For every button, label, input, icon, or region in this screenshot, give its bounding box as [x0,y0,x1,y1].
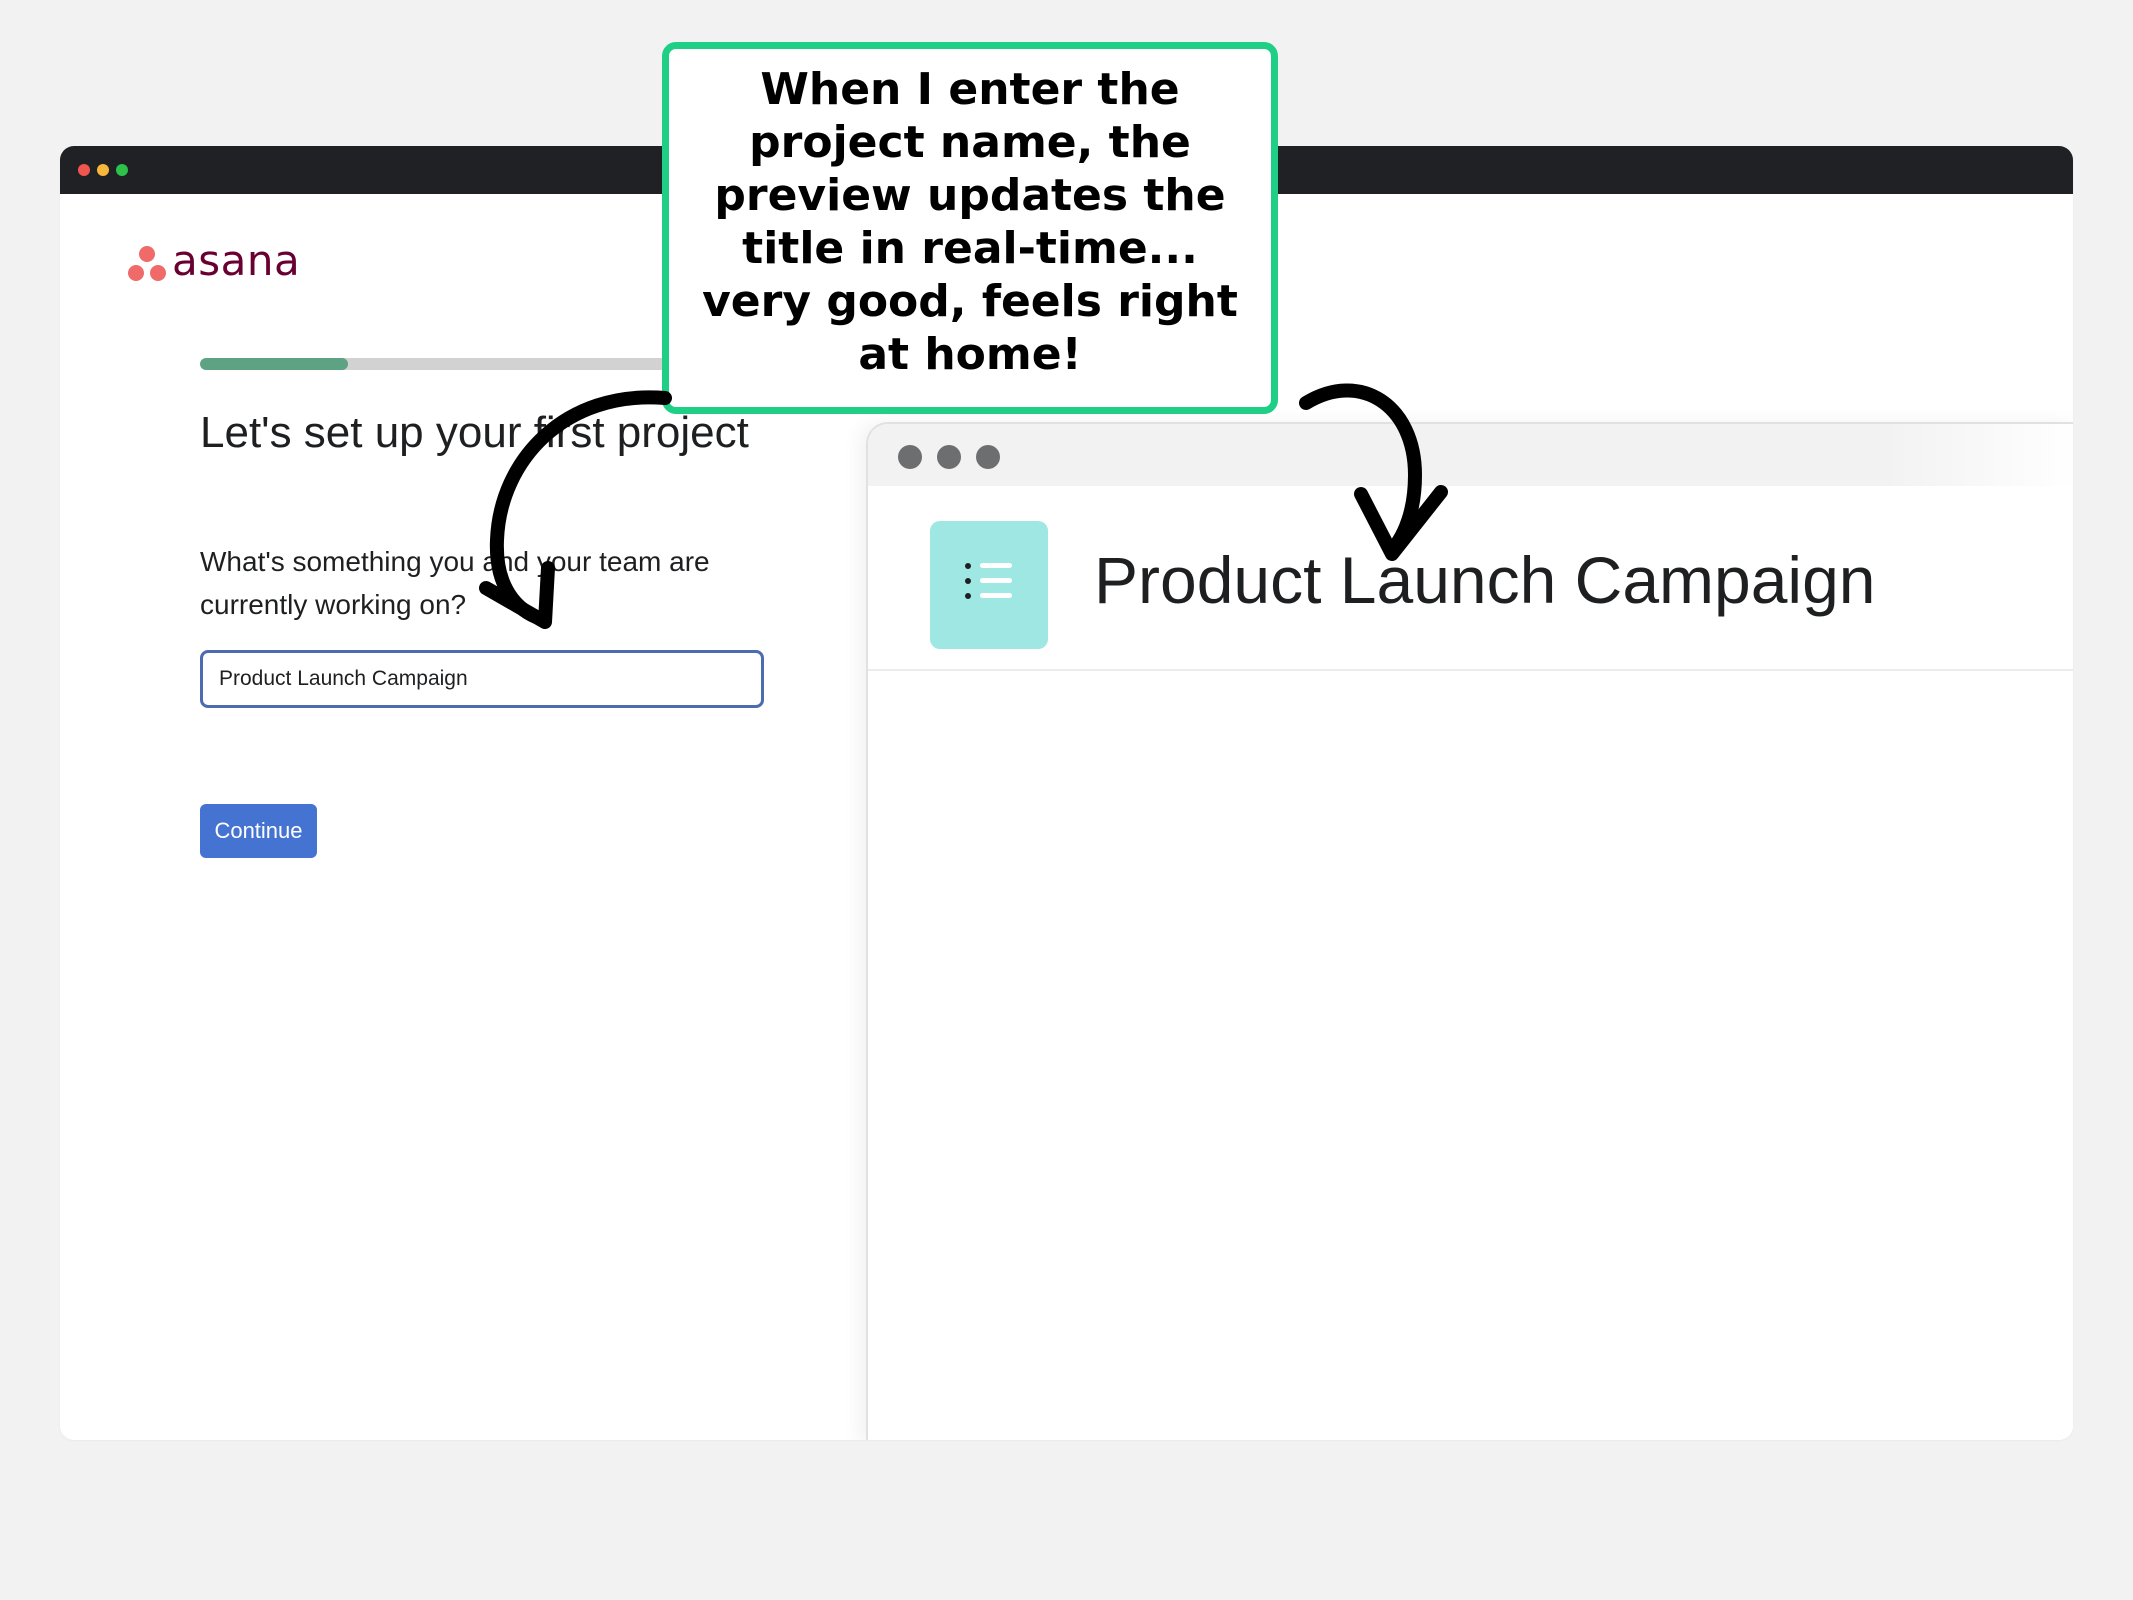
preview-dot [976,445,1000,469]
asana-logo-text: asana [172,236,301,285]
continue-button[interactable]: Continue [200,804,317,858]
preview-project-title: Product Launch Campaign [1094,543,1876,617]
project-name-label: What's something you and your team are c… [200,546,710,620]
minimize-window-button[interactable] [97,164,109,176]
annotation-text: When I enter the project name, the previ… [702,64,1238,380]
zoom-window-button[interactable] [116,164,128,176]
asana-logo: asana [128,236,318,288]
preview-divider [868,669,2073,671]
list-icon [930,521,1048,649]
close-window-button[interactable] [78,164,90,176]
project-name-input[interactable] [200,650,764,708]
asana-logo-icon [128,244,166,284]
annotation-callout: When I enter the project name, the previ… [662,42,1278,414]
page-title: Let's set up your first project [200,408,749,457]
project-preview-panel: Product Launch Campaign [866,422,2073,1440]
preview-titlebar [868,424,2073,486]
onboarding-progress-fill [200,358,349,370]
preview-dot [937,445,961,469]
preview-dot [898,445,922,469]
